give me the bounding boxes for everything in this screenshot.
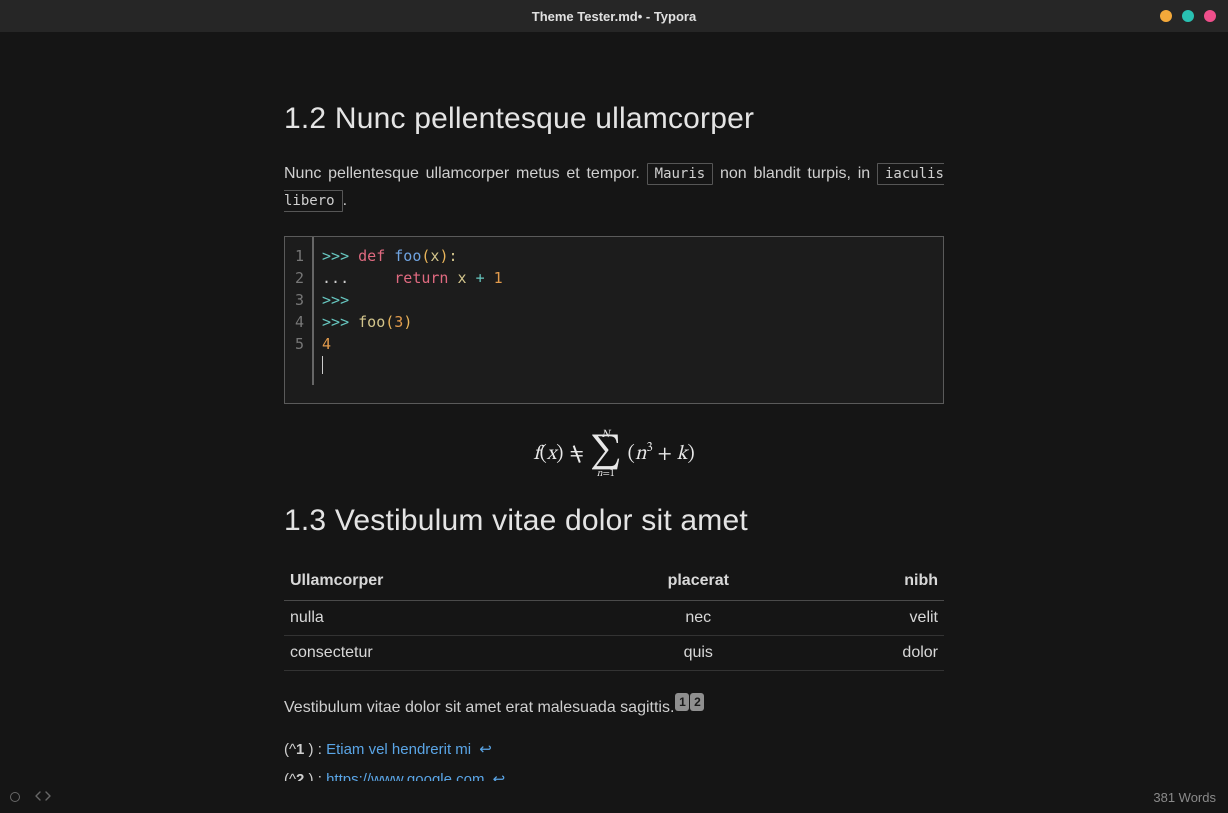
window-controls — [1160, 0, 1216, 32]
table-row[interactable]: consecteturquisdolor — [284, 636, 944, 671]
math-sigma-bot: n=1 — [597, 469, 615, 479]
footnotes: (^1 ) : Etiam vel hendrerit mi ↩(^2 ) : … — [284, 740, 944, 781]
document-content[interactable]: 1.2 Nunc pellentesque ullamcorper Nunc p… — [284, 32, 944, 781]
table-cell[interactable]: velit — [805, 601, 944, 636]
titlebar: Theme Tester.md• - Typora — [0, 0, 1228, 32]
inline-code-mauris[interactable]: Mauris — [647, 163, 714, 185]
code-line[interactable]: >>> — [322, 289, 933, 311]
th-1: placerat — [591, 562, 805, 601]
line-number: 3 — [295, 289, 304, 311]
footnote-ref-badge[interactable]: 1 — [675, 693, 689, 711]
table-row[interactable]: nullanecvelit — [284, 601, 944, 636]
table-cell[interactable]: consectetur — [284, 636, 591, 671]
footnote-row: (^1 ) : Etiam vel hendrerit mi ↩ — [284, 740, 944, 758]
line-number: 1 — [295, 245, 304, 267]
footref-paragraph[interactable]: Vestibulum vitae dolor sit amet erat mal… — [284, 693, 944, 721]
footnote-marker: (^1 ) : — [284, 741, 326, 758]
code-line[interactable]: ... return x + 1 — [322, 267, 933, 289]
math-block[interactable]: f(x) = N ∑ n=1 (n3 + k) — [284, 426, 944, 482]
th-0: Ullamcorper — [284, 562, 591, 601]
para1-seg2: non blandit turpis, in — [720, 165, 877, 182]
close-button[interactable] — [1204, 10, 1216, 22]
line-number: 2 — [295, 267, 304, 289]
code-lines[interactable]: >>> def foo(x):... return x + 1>>>>>> fo… — [312, 237, 943, 385]
math-k: k — [677, 444, 688, 464]
sigma-icon: ∑ — [590, 440, 622, 467]
code-line[interactable]: 4 — [322, 333, 933, 355]
window-title: Theme Tester.md• - Typora — [532, 9, 696, 24]
paragraph-1[interactable]: Nunc pellentesque ullamcorper metus et t… — [284, 160, 944, 214]
code-line[interactable]: >>> foo(3) — [322, 311, 933, 333]
outline-toggle-icon[interactable] — [10, 792, 20, 802]
math-rparen: ) — [556, 444, 563, 464]
minimize-button[interactable] — [1160, 10, 1172, 22]
para1-seg1: Nunc pellentesque ullamcorper metus et t… — [284, 165, 647, 182]
heading-1-2[interactable]: 1.2 Nunc pellentesque ullamcorper — [284, 102, 944, 136]
footnote-marker: (^2 ) : — [284, 771, 326, 781]
math-x: x — [547, 444, 557, 464]
code-block[interactable]: 12345 >>> def foo(x):... return x + 1>>>… — [284, 236, 944, 404]
heading-1-3[interactable]: 1.3 Vestibulum vitae dolor sit amet — [284, 504, 944, 538]
footref-text: Vestibulum vitae dolor sit amet erat mal… — [284, 699, 674, 716]
footnote-link[interactable]: Etiam vel hendrerit mi — [326, 741, 471, 758]
source-mode-icon[interactable] — [34, 789, 52, 806]
maximize-button[interactable] — [1182, 10, 1194, 22]
table[interactable]: Ullamcorper placerat nibh nullanecvelitc… — [284, 562, 944, 671]
word-count[interactable]: 381 Words — [1153, 790, 1216, 805]
editor-area[interactable]: 1.2 Nunc pellentesque ullamcorper Nunc p… — [0, 32, 1228, 781]
table-cell[interactable]: nulla — [284, 601, 591, 636]
math-lparen: ( — [540, 444, 547, 464]
math-n: n — [635, 444, 647, 464]
line-number: 4 — [295, 311, 304, 333]
footnote-return-icon[interactable]: ↩ — [475, 741, 492, 758]
code-line[interactable]: >>> def foo(x): — [322, 245, 933, 267]
table-cell[interactable]: quis — [591, 636, 805, 671]
text-cursor — [322, 356, 323, 374]
math-rhs-rparen: ) — [687, 444, 694, 464]
math-rhs-lparen: ( — [628, 444, 635, 464]
footnote-return-icon[interactable]: ↩ — [488, 771, 505, 781]
th-2: nibh — [805, 562, 944, 601]
footnote-link[interactable]: https://www.google.com — [326, 771, 484, 781]
footnote-ref-badge[interactable]: 2 — [690, 693, 704, 711]
line-number: 5 — [295, 333, 304, 355]
table-cell[interactable]: dolor — [805, 636, 944, 671]
math-neq: = — [569, 442, 583, 467]
statusbar: 381 Words — [0, 781, 1228, 813]
table-header-row: Ullamcorper placerat nibh — [284, 562, 944, 601]
para1-seg3: . — [343, 192, 347, 209]
code-gutter: 12345 — [285, 237, 312, 385]
footnote-row: (^2 ) : https://www.google.com ↩ — [284, 770, 944, 781]
math-plus: + — [653, 444, 677, 464]
math-sigma: N ∑ n=1 — [590, 429, 622, 479]
table-cell[interactable]: nec — [591, 601, 805, 636]
